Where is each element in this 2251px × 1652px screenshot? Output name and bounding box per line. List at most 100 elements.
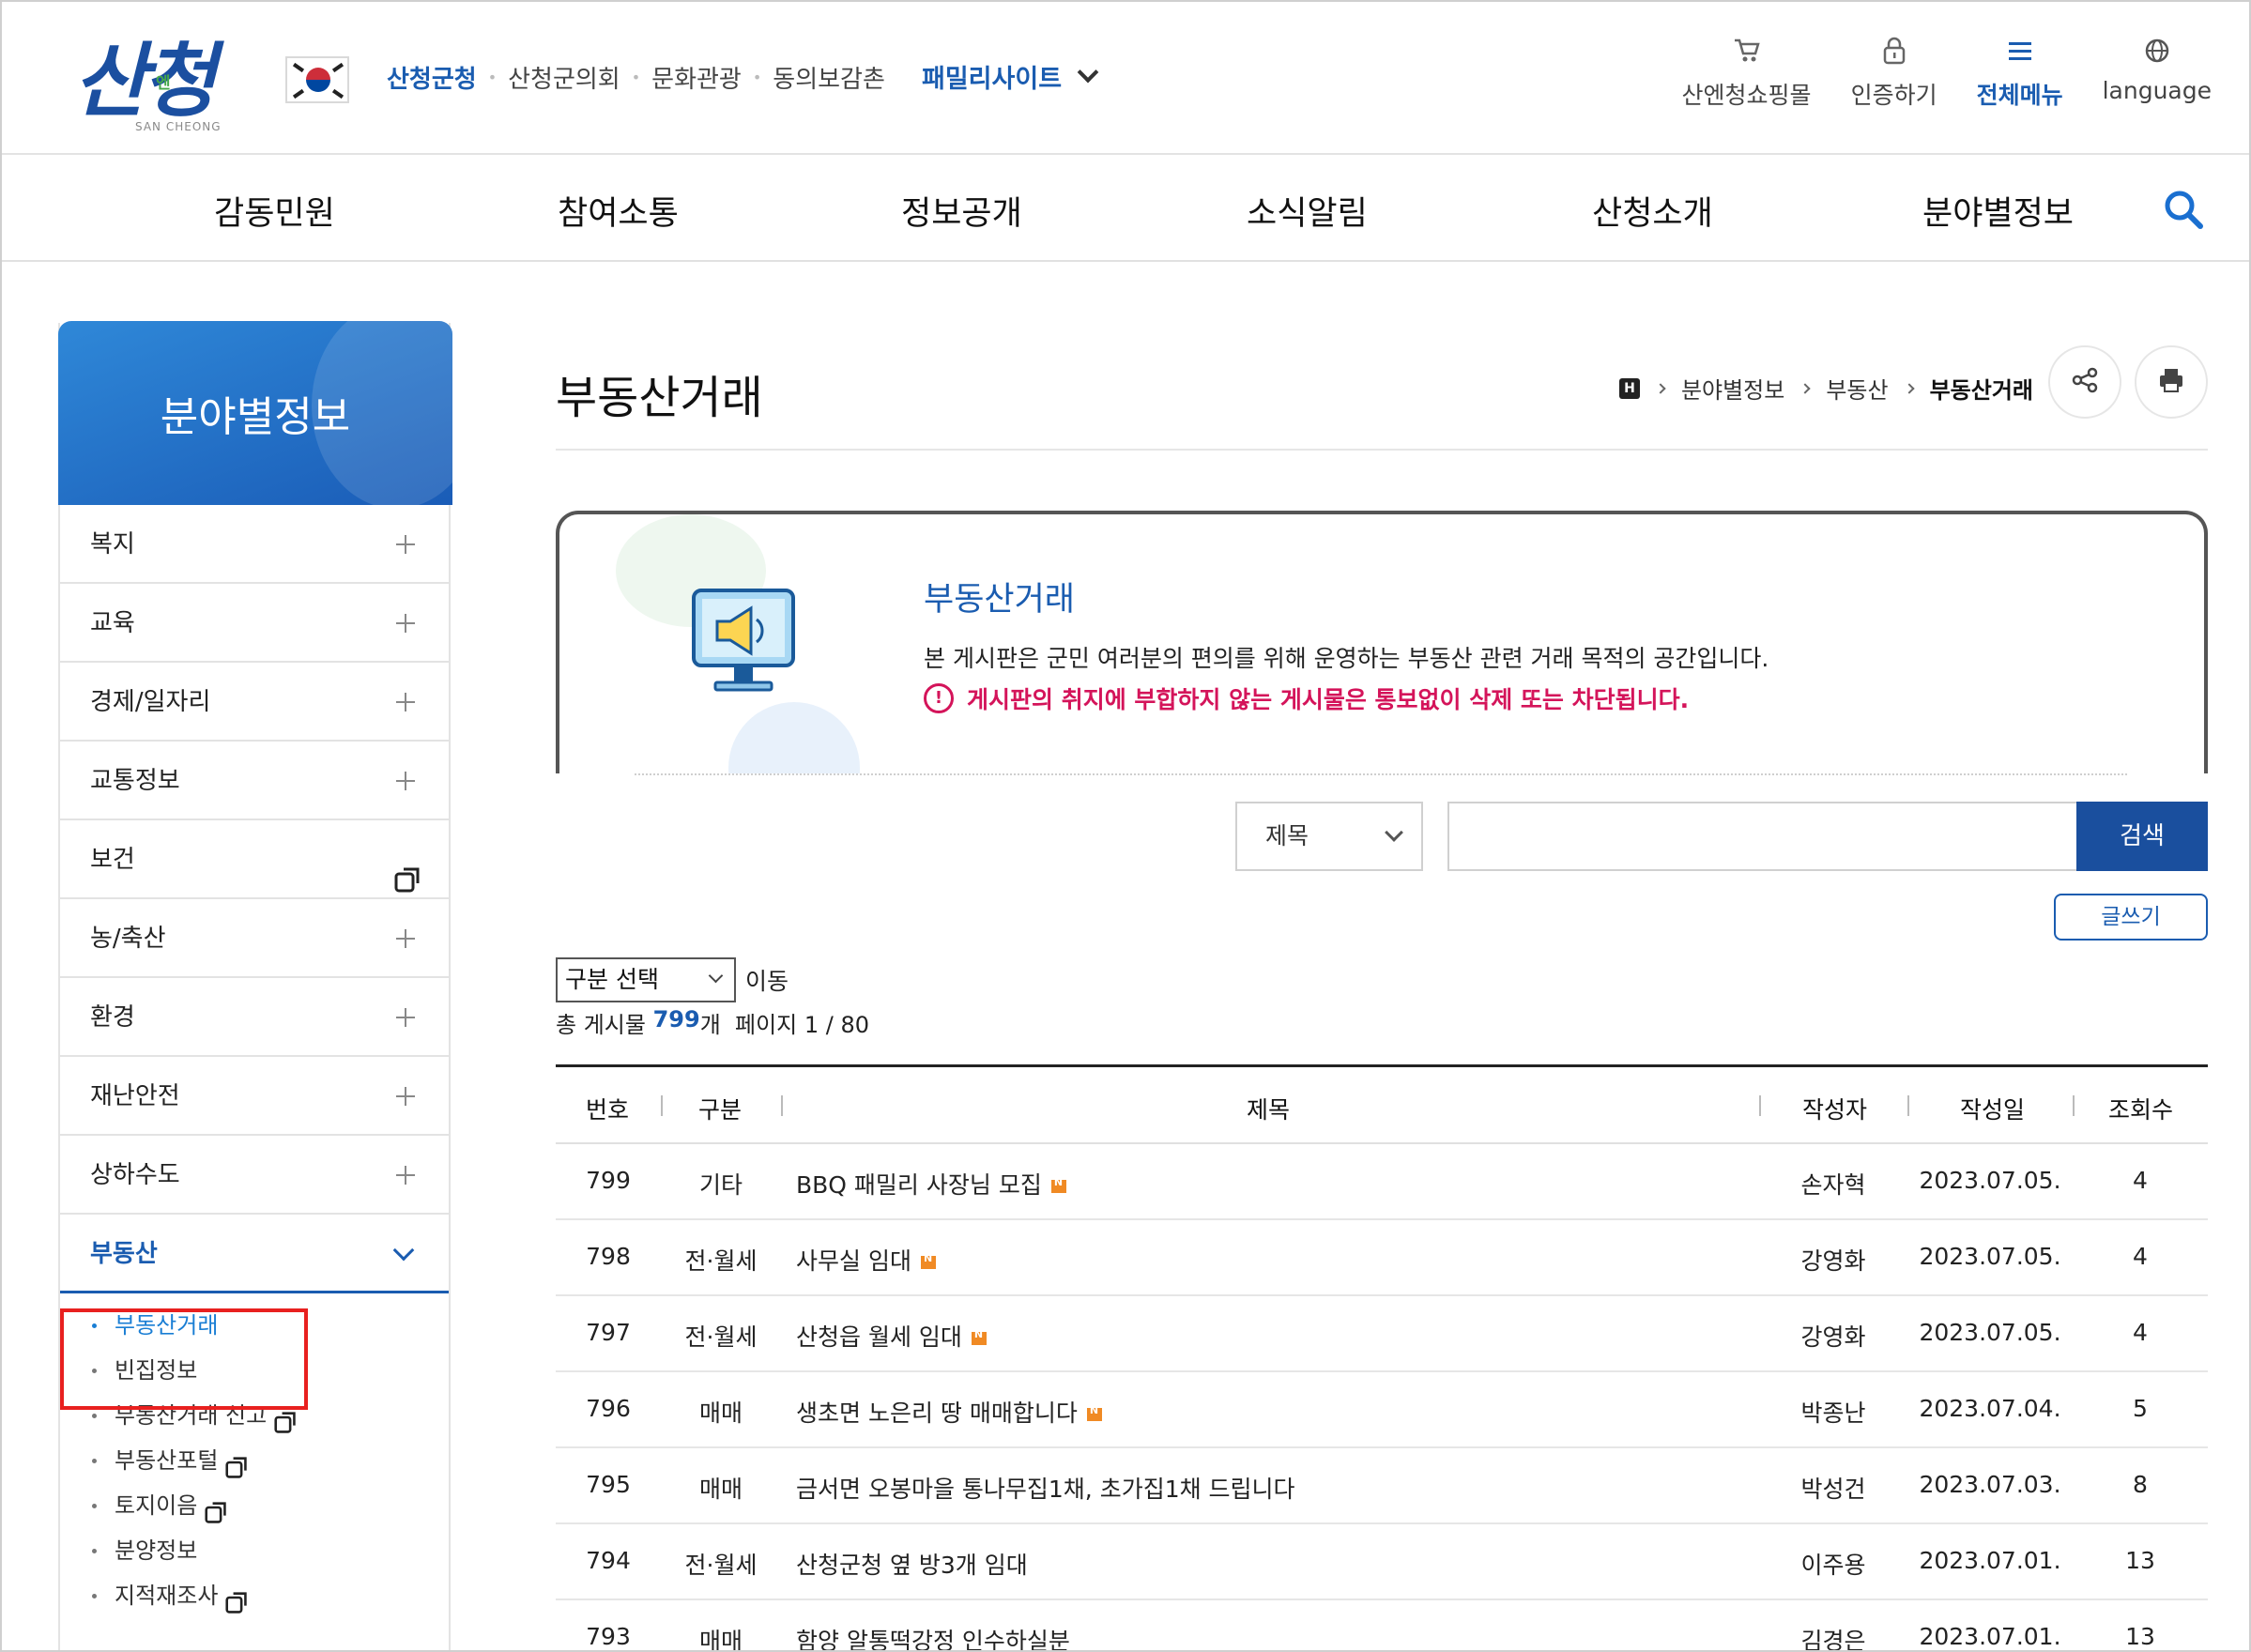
external-link-icon [394,847,421,893]
site-logo[interactable]: 산청 엔 SAN CHEONG [73,15,270,135]
write-button[interactable]: 글쓰기 [2054,894,2208,941]
sub-item-eum[interactable]: 토지이음 [60,1483,449,1528]
sidebar-item-education[interactable]: 교육 [60,584,449,663]
certification-link[interactable]: 인증하기 [1851,36,1937,111]
cell-views: 5 [2133,1395,2148,1422]
title-link[interactable]: 금서면 오봉마을 통나무집1채, 초가집1채 드립니다 [796,1476,1295,1503]
home-icon[interactable]: H [1618,377,1640,399]
sidebar-item-traffic[interactable]: 교통정보 [60,742,449,820]
language-button[interactable]: language [2103,36,2212,111]
family-site-dropdown[interactable]: 패밀리사이트 [922,58,1099,95]
sidebar-item-water[interactable]: 상하수도 [60,1136,449,1215]
breadcrumb-item[interactable]: 부동산 [1826,372,1888,405]
sidebar-item-economy[interactable]: 경제/일자리 [60,663,449,742]
top-link-county[interactable]: 산청군청 [387,60,477,95]
title-link[interactable]: 사무실 임대 [796,1247,911,1275]
breadcrumb-item[interactable]: 분야별정보 [1681,372,1784,405]
sidebar-item-agriculture[interactable]: 농/축산 [60,899,449,978]
cell-date: 2023.07.01. [1919,1547,2061,1574]
info-title: 부동산거래 [924,581,1076,619]
main-navigation: 감동민원 참여소통 정보공개 소식알림 산청소개 분야별정보 [2,157,2249,262]
cell-no: 794 [586,1547,631,1574]
table-row[interactable]: 797 전·월세 산청읍 월세 임대 강영화 2023.07.05. 4 [556,1296,2208,1372]
sidebar-item-welfare[interactable]: 복지 [60,505,449,584]
table-row[interactable]: 798 전·월세 사무실 임대 강영화 2023.07.05. 4 [556,1220,2208,1296]
sidebar-item-realestate[interactable]: 부동산 [60,1215,449,1293]
sub-item-presale[interactable]: 분양정보 [60,1528,449,1573]
title-link[interactable]: 생초면 노은리 땅 매매합니다 [796,1400,1078,1427]
cell-views: 13 [2125,1623,2155,1650]
category-select[interactable]: 구분 선택 [556,957,736,1002]
cell-views: 4 [2133,1167,2148,1194]
sidebar: 분야별정보 복지 교육 경제/일자리 교통정보 보건 농/축산 환경 재난안전 … [58,321,452,1650]
table-row[interactable]: 799 기타 BBQ 패밀리 사장님 모집 손자혁 2023.07.05. 4 [556,1144,2208,1220]
title-link[interactable]: 함양 알통떡강정 인수하실분 [796,1628,1070,1650]
gnb-item-fields[interactable]: 분야별정보 [1922,187,2074,235]
sidebar-title: 분야별정보 [160,393,351,441]
table-row[interactable]: 793 매매 함양 알통떡강정 인수하실분 김경은 2023.07.01. 13 [556,1600,2208,1650]
search-icon[interactable] [2163,189,2204,230]
sidebar-item-label: 상하수도 [90,1161,180,1189]
cell-title[interactable]: BBQ 패밀리 사장님 모집 [796,1167,1066,1201]
cell-title[interactable]: 산청읍 월세 임대 [796,1319,987,1353]
title-link[interactable]: BBQ 패밀리 사장님 모집 [796,1171,1042,1199]
table-header: 번호 구분 제목 작성자 작성일 조회수 [556,1067,2208,1144]
table-row[interactable]: 794 전·월세 산청군청 옆 방3개 임대 이주용 2023.07.01. 13 [556,1524,2208,1600]
title-link[interactable]: 산청군청 옆 방3개 임대 [796,1552,1028,1579]
language-label: language [2102,77,2212,104]
plus-icon [396,1008,415,1027]
warning-text: 게시판의 취지에 부합하지 않는 게시물은 통보없이 삭제 또는 차단됩니다. [967,686,1690,713]
sub-item-portal[interactable]: 부동산포털 [60,1438,449,1483]
globe-icon [2142,36,2172,66]
cell-title[interactable]: 산청군청 옆 방3개 임대 [796,1547,1028,1581]
sidebar-item-safety[interactable]: 재난안전 [60,1057,449,1136]
category-filter: 구분 선택 이동 [556,957,789,1002]
sidebar-item-label: 농/축산 [90,925,166,953]
print-button[interactable] [2135,345,2208,419]
cell-date: 2023.07.05. [1919,1243,2061,1270]
top-link-council[interactable]: 산청군의회 [508,60,620,95]
gnb-item-civil[interactable]: 감동민원 [214,187,335,235]
search-button[interactable]: 검색 [2076,802,2208,871]
top-link-tourism[interactable]: 문화관광 [651,60,742,95]
gnb-item-news[interactable]: 소식알림 [1247,187,1368,235]
top-links: 산청군청 • 산청군의회 • 문화관광 • 동의보감촌 [387,60,885,95]
sidebar-item-health[interactable]: 보건 [60,820,449,899]
gnb-item-information[interactable]: 정보공개 [901,187,1022,235]
cell-date: 2023.07.04. [1919,1395,2061,1422]
sidebar-item-environment[interactable]: 환경 [60,978,449,1057]
sub-item-cadastral[interactable]: 지적재조사 [60,1573,449,1618]
table-row[interactable]: 796 매매 생초면 노은리 땅 매매합니다 박종난 2023.07.04. 5 [556,1372,2208,1448]
go-button[interactable]: 이동 [745,963,789,997]
sidebar-header: 분야별정보 [58,321,452,505]
top-link-donguibogam[interactable]: 동의보감촌 [773,60,885,95]
cell-title[interactable]: 금서면 오봉마을 통나무집1채, 초가집1채 드립니다 [796,1471,1295,1505]
chevron-right-icon [1799,382,1812,394]
cell-no: 798 [586,1243,631,1270]
table-row[interactable]: 795 매매 금서면 오봉마을 통나무집1채, 초가집1채 드립니다 박성건 2023.… [556,1448,2208,1524]
hamburger-icon [2005,36,2035,66]
all-menu-button[interactable]: 전체메뉴 [1977,36,2063,111]
new-badge-icon [971,1328,987,1345]
col-header-views: 조회수 [2108,1096,2174,1124]
sidebar-item-label: 경제/일자리 [90,688,211,716]
chevron-down-icon [708,968,724,984]
cell-title[interactable]: 함양 알통떡강정 인수하실분 [796,1623,1070,1650]
cell-title[interactable]: 사무실 임대 [796,1243,936,1277]
search-field-select[interactable]: 제목 [1235,802,1423,871]
cell-author: 손자혁 [1800,1171,1866,1199]
all-menu-label: 전체메뉴 [1976,82,2063,109]
gnb-item-about[interactable]: 산청소개 [1592,187,1713,235]
gnb-item-participation[interactable]: 참여소통 [558,187,679,235]
total-count: 총 게시물 799 개 페이지 1 / 80 [556,1006,869,1039]
share-button[interactable] [2048,345,2121,419]
highlight-box [60,1308,308,1410]
shopping-mall-link[interactable]: 산엔청쇼핑몰 [1682,36,1812,111]
cell-author: 박성건 [1800,1476,1866,1503]
cell-title[interactable]: 생초면 노은리 땅 매매합니다 [796,1395,1102,1429]
total-suffix: 개 페이지 1 / 80 [699,1012,870,1038]
col-header-date: 작성일 [1960,1096,2026,1124]
search-input[interactable] [1447,802,2078,871]
title-link[interactable]: 산청읍 월세 임대 [796,1323,962,1351]
external-link-icon [225,1584,248,1614]
